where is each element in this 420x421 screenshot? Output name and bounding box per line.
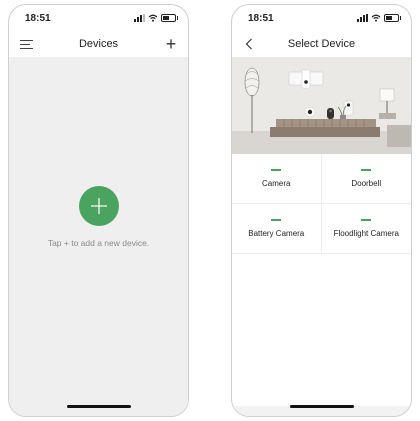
device-option-label: Floodlight Camera — [333, 228, 399, 238]
device-option-doorbell[interactable]: Doorbell — [321, 154, 411, 204]
device-option-floodlight-camera[interactable]: Floodlight Camera — [321, 204, 411, 254]
status-icons — [134, 14, 178, 22]
status-time: 18:51 — [25, 12, 51, 24]
wifi-icon — [371, 14, 381, 22]
battery-icon — [161, 14, 178, 22]
home-indicator — [289, 405, 354, 408]
devices-screen: 18:51 Devices + Tap + to add a new devic… — [8, 4, 189, 417]
device-icon — [361, 219, 372, 221]
devices-hero-image — [232, 57, 411, 154]
device-icon — [361, 169, 372, 171]
device-type-grid: Camera Doorbell Battery Camera Floodligh… — [232, 154, 411, 254]
select-device-screen: 18:51 Select Device Camera Doorbell Batt… — [231, 4, 412, 417]
device-option-camera[interactable]: Camera — [232, 154, 322, 204]
device-icon — [271, 169, 282, 171]
back-chevron-icon[interactable] — [240, 35, 258, 53]
plus-icon — [90, 198, 107, 214]
status-time: 18:51 — [248, 12, 274, 24]
add-device-button[interactable] — [78, 186, 119, 226]
room-illustration — [232, 57, 411, 154]
empty-state: Tap + to add a new device. — [9, 57, 188, 416]
wifi-icon — [148, 14, 158, 22]
status-icons — [357, 14, 401, 22]
device-option-label: Doorbell — [351, 178, 382, 188]
device-option-battery-camera[interactable]: Battery Camera — [232, 204, 322, 254]
nav-bar: Select Device — [232, 31, 411, 57]
status-bar: 18:51 — [232, 5, 411, 31]
battery-icon — [384, 14, 401, 22]
home-indicator — [66, 405, 131, 408]
device-option-label: Camera — [262, 178, 291, 188]
menu-icon[interactable] — [17, 35, 35, 53]
empty-message: Tap + to add a new device. — [47, 238, 150, 248]
nav-bar: Devices + — [9, 31, 188, 57]
device-option-label: Battery Camera — [248, 228, 305, 238]
page-title: Select Device — [287, 38, 356, 50]
signal-icon — [357, 14, 368, 22]
plus-icon[interactable]: + — [162, 34, 180, 54]
signal-icon — [134, 14, 145, 22]
status-bar: 18:51 — [9, 5, 188, 31]
device-icon — [271, 219, 282, 221]
page-title: Devices — [78, 38, 119, 50]
